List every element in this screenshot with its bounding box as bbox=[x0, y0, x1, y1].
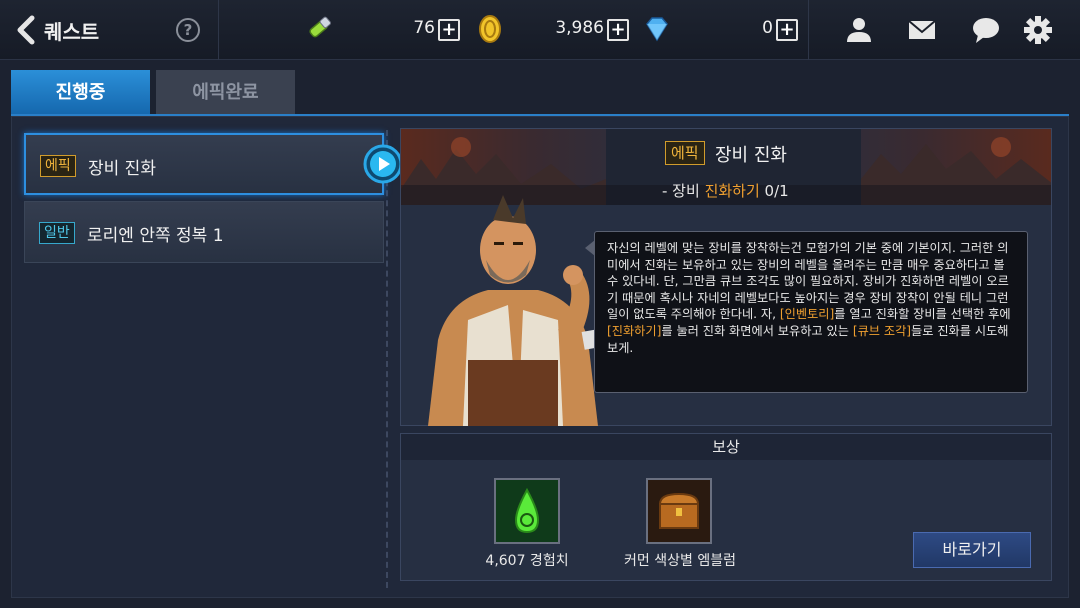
gem-value: 0 bbox=[762, 18, 773, 38]
panel-divider bbox=[386, 130, 388, 588]
epic-badge: 에픽 bbox=[40, 155, 76, 177]
objective-progress: 0/1 bbox=[759, 182, 789, 200]
quest-item[interactable]: 일반 로리엔 안쪽 정복 1 bbox=[24, 201, 384, 263]
reward-label: 커먼 색상별 엠블럼 bbox=[624, 553, 736, 569]
add-stamina-button[interactable]: + bbox=[438, 19, 460, 41]
divider bbox=[218, 0, 219, 60]
play-icon[interactable] bbox=[363, 144, 403, 184]
detail-objective: - 장비 진화하기 0/1 bbox=[662, 180, 789, 201]
divider bbox=[808, 0, 809, 60]
chat-icon[interactable] bbox=[970, 14, 1002, 46]
mail-icon[interactable] bbox=[906, 14, 938, 46]
settings-icon[interactable] bbox=[1022, 14, 1054, 46]
go-button[interactable]: 바로가기 bbox=[913, 532, 1031, 568]
tab-in-progress[interactable]: 진행중 bbox=[11, 70, 150, 115]
normal-badge: 일반 bbox=[39, 222, 75, 244]
treasure-chest-icon bbox=[648, 480, 710, 542]
stamina-value: 76 bbox=[413, 18, 435, 38]
dialogue-highlight: [큐브 조각] bbox=[852, 323, 912, 338]
objective-highlight: 진화하기 bbox=[704, 182, 760, 200]
dialogue-highlight: [인벤토리] bbox=[779, 307, 835, 322]
reward-item-exp[interactable] bbox=[494, 478, 560, 544]
add-gem-button[interactable]: + bbox=[776, 19, 798, 41]
npc-dialogue: 자신의 레벨에 맞는 장비를 장착하는건 모험가의 기본 중에 기본이지. 그러… bbox=[594, 231, 1028, 393]
top-bar: 퀘스트 ? 76 + 3,986 + 0 + bbox=[0, 0, 1080, 60]
reward-header: 보상 bbox=[401, 434, 1051, 460]
friends-icon[interactable] bbox=[843, 14, 875, 46]
dialogue-text: 를 열고 진화할 장비를 선택한 후에 bbox=[834, 307, 1011, 322]
detail-epic-badge: 에픽 bbox=[665, 141, 705, 165]
detail-title: 장비 진화 bbox=[715, 145, 787, 166]
quest-label: 로리엔 안쪽 정복 1 bbox=[87, 226, 224, 246]
gem-icon bbox=[646, 17, 668, 42]
gold-coin-icon bbox=[479, 15, 501, 43]
npc-character-portrait bbox=[428, 195, 607, 426]
exp-potion-icon bbox=[496, 480, 558, 542]
dialogue-text: 를 눌러 진화 화면에서 보유하고 있는 bbox=[661, 323, 853, 338]
add-gold-button[interactable]: + bbox=[607, 19, 629, 41]
help-icon[interactable]: ? bbox=[176, 18, 200, 42]
gold-value: 3,986 bbox=[555, 18, 604, 38]
back-arrow-icon[interactable] bbox=[12, 14, 40, 46]
stamina-icon bbox=[309, 16, 331, 38]
tab-epic-complete[interactable]: 에픽완료 bbox=[156, 70, 295, 115]
reward-item-chest[interactable] bbox=[646, 478, 712, 544]
objective-prefix: - 장비 bbox=[662, 182, 705, 200]
quest-item-selected[interactable]: 에픽 장비 진화 bbox=[24, 133, 384, 195]
page-title: 퀘스트 bbox=[44, 20, 100, 44]
reward-label: 4,607 경험치 bbox=[485, 553, 569, 569]
quest-label: 장비 진화 bbox=[88, 159, 156, 179]
dialogue-highlight: [진화하기] bbox=[607, 323, 662, 338]
